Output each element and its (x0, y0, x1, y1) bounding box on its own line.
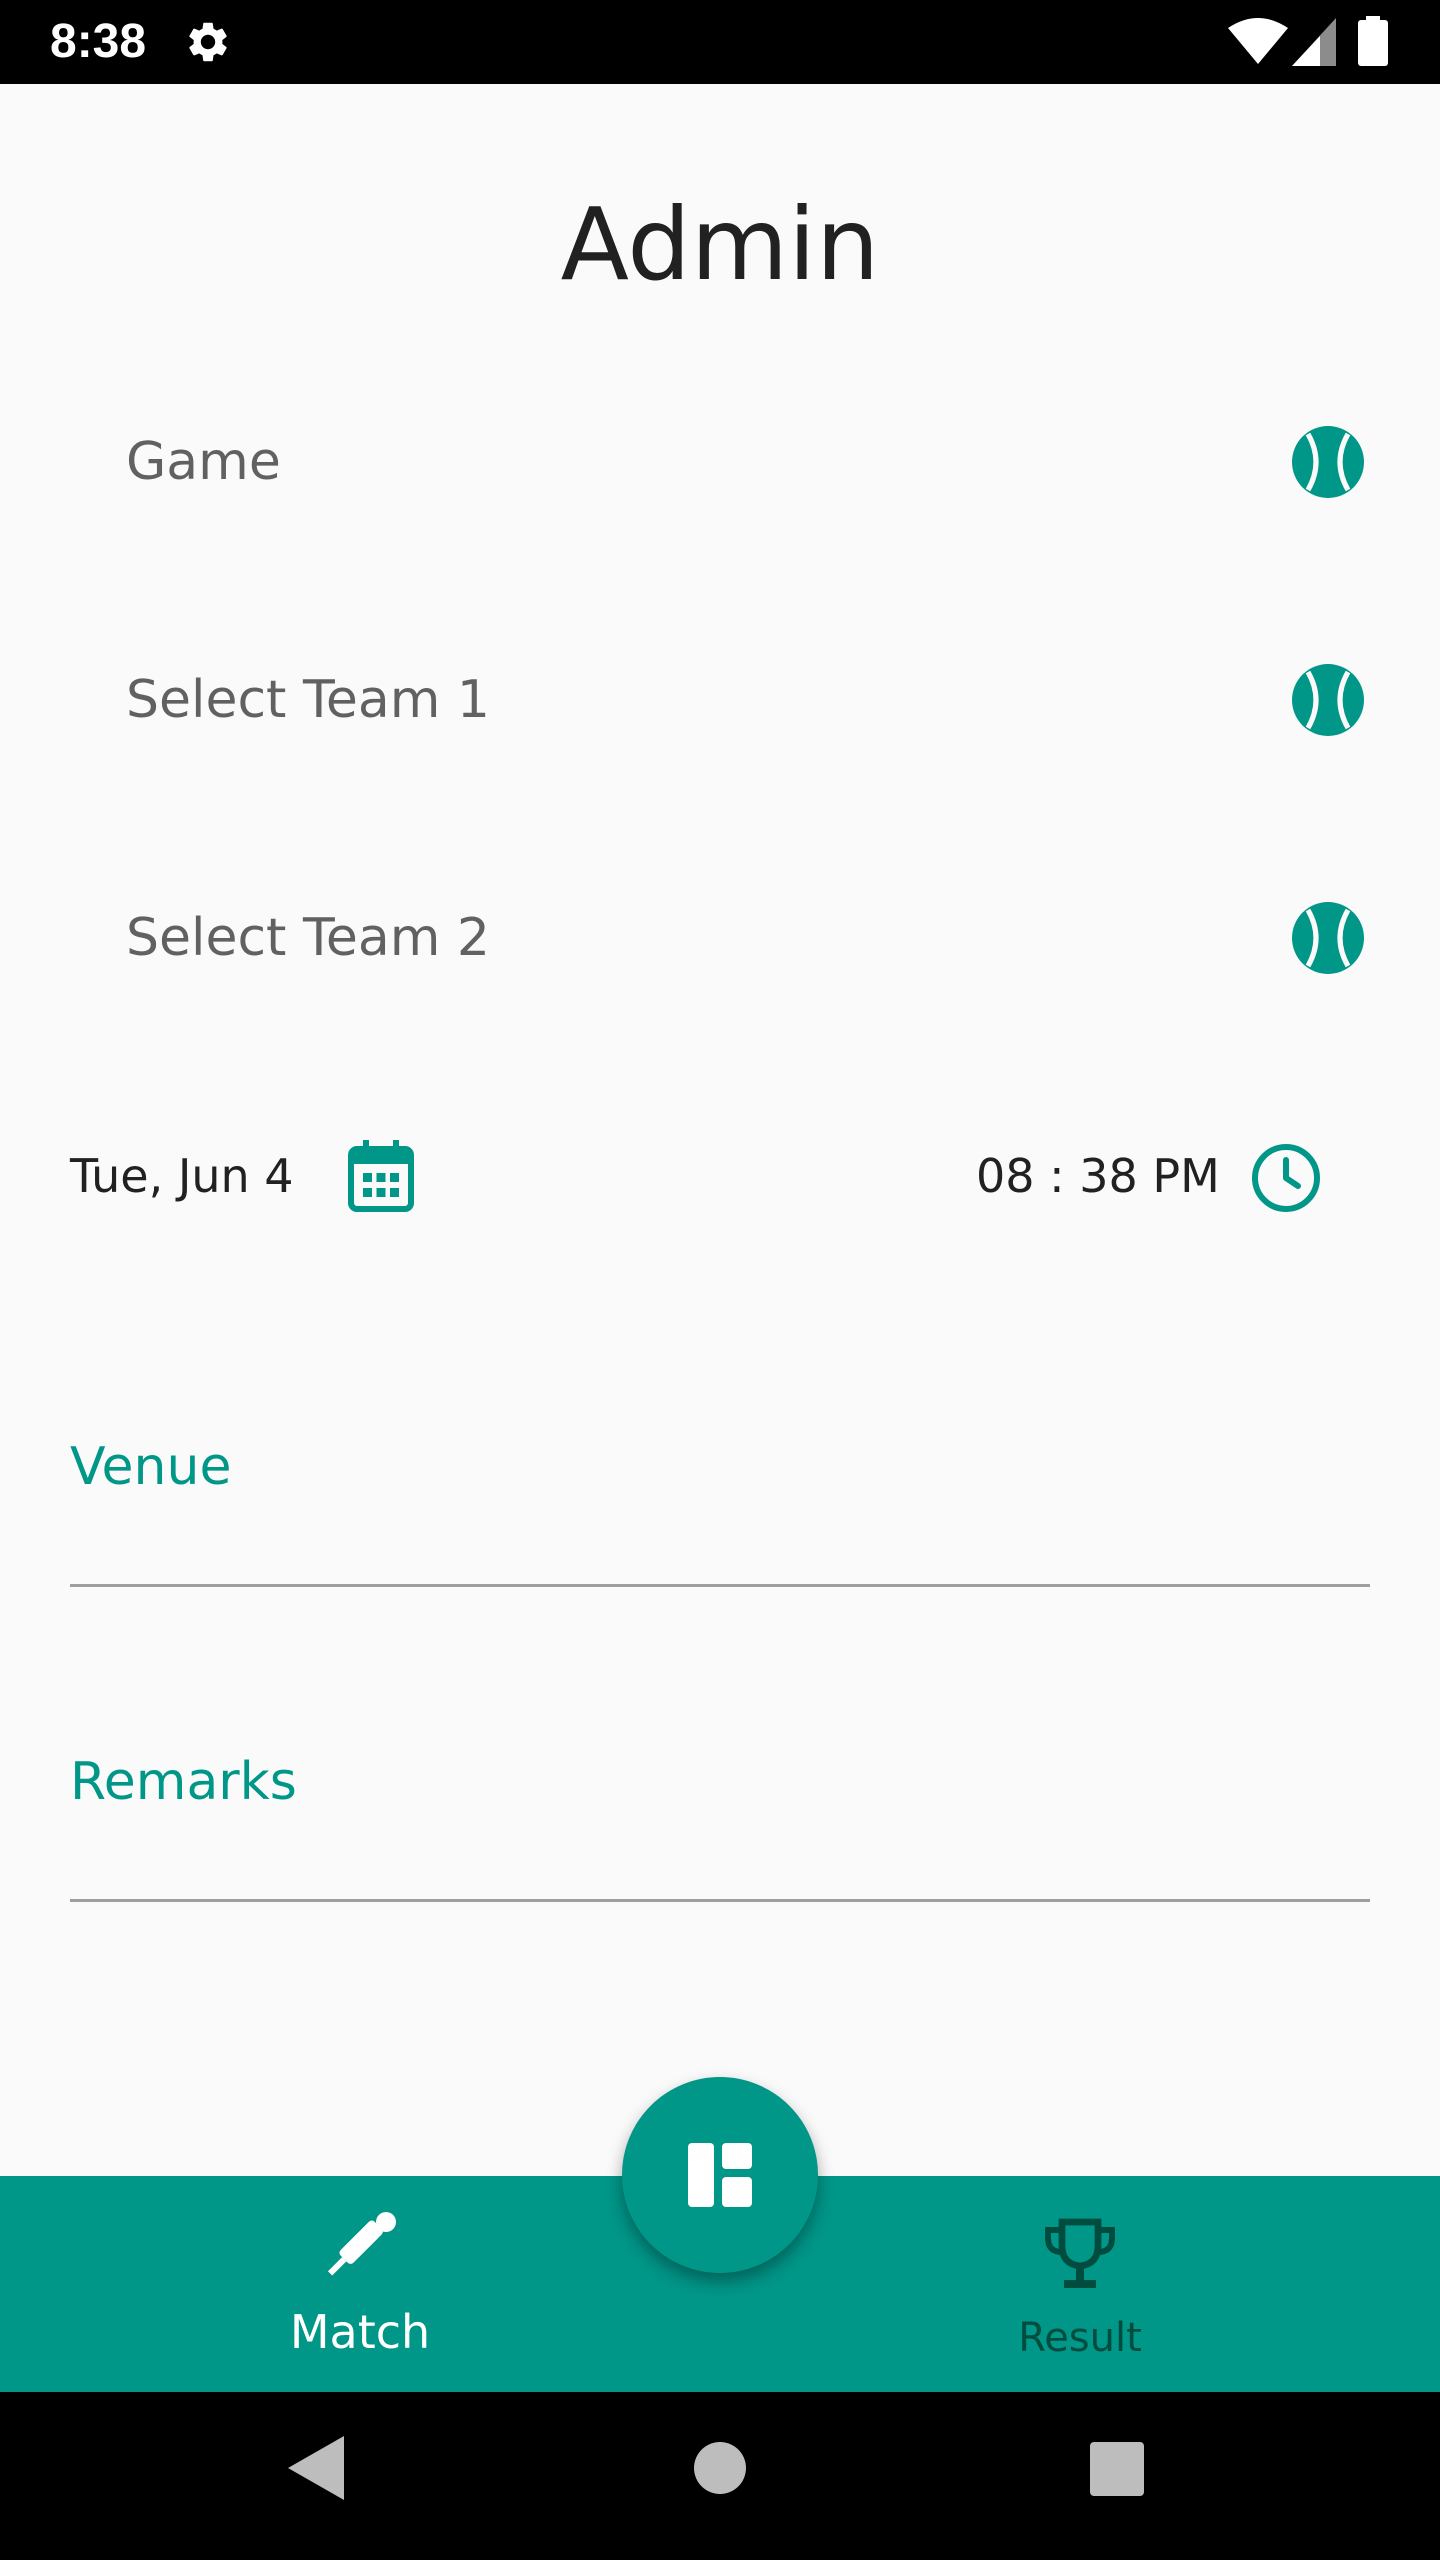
remarks-field: Remarks (70, 1747, 1370, 1917)
team2-selector-label: Select Team 2 (126, 908, 490, 968)
nav-label-match: Match (289, 2305, 431, 2359)
venue-field: Venue (70, 1432, 1370, 1602)
trophy-icon (1045, 2218, 1115, 2288)
admin-screen: 8:38 Admin Game Select Team 1 Select Tea… (0, 0, 1440, 2560)
settings-gear-icon (189, 22, 227, 62)
nav-item-match[interactable]: Match (160, 2176, 560, 2392)
nav-label-result: Result (1018, 2315, 1142, 2361)
team2-selector[interactable]: Select Team 2 (0, 838, 1440, 1038)
remarks-label: Remarks (70, 1752, 297, 1812)
datetime-row: Tue, Jun 4 08 : 38 PM (0, 1110, 1440, 1240)
battery-icon (1358, 16, 1388, 66)
dashboard-fab-button[interactable] (622, 2077, 818, 2273)
venue-input[interactable] (70, 1512, 1370, 1582)
cell-signal-icon (1292, 18, 1336, 66)
ball-icon (1292, 426, 1364, 498)
venue-label: Venue (70, 1437, 232, 1497)
recents-icon[interactable] (1090, 2442, 1144, 2496)
remarks-input[interactable] (70, 1827, 1370, 1897)
cricket-bat-icon (327, 2212, 396, 2276)
venue-underline (70, 1584, 1370, 1587)
status-bar: 8:38 (0, 0, 1440, 84)
remarks-underline (70, 1899, 1370, 1902)
status-time: 8:38 (50, 15, 147, 68)
date-value: Tue, Jun 4 (70, 1149, 294, 1203)
calendar-icon[interactable] (348, 1140, 414, 1212)
game-selector[interactable]: Game (0, 362, 1440, 562)
game-selector-label: Game (126, 432, 281, 492)
wifi-icon (1228, 18, 1288, 64)
team1-selector-label: Select Team 1 (126, 670, 490, 730)
team1-selector[interactable]: Select Team 1 (0, 600, 1440, 800)
home-icon[interactable] (694, 2442, 746, 2494)
page-title: Admin (560, 186, 880, 303)
time-value: 08 : 38 PM (976, 1149, 1220, 1203)
clock-icon[interactable] (1250, 1142, 1322, 1214)
dashboard-icon (688, 2143, 752, 2207)
system-navigation-bar (0, 2392, 1440, 2560)
back-icon[interactable] (288, 2436, 344, 2500)
nav-item-result[interactable]: Result (880, 2176, 1280, 2392)
ball-icon (1292, 664, 1364, 736)
ball-icon (1292, 902, 1364, 974)
